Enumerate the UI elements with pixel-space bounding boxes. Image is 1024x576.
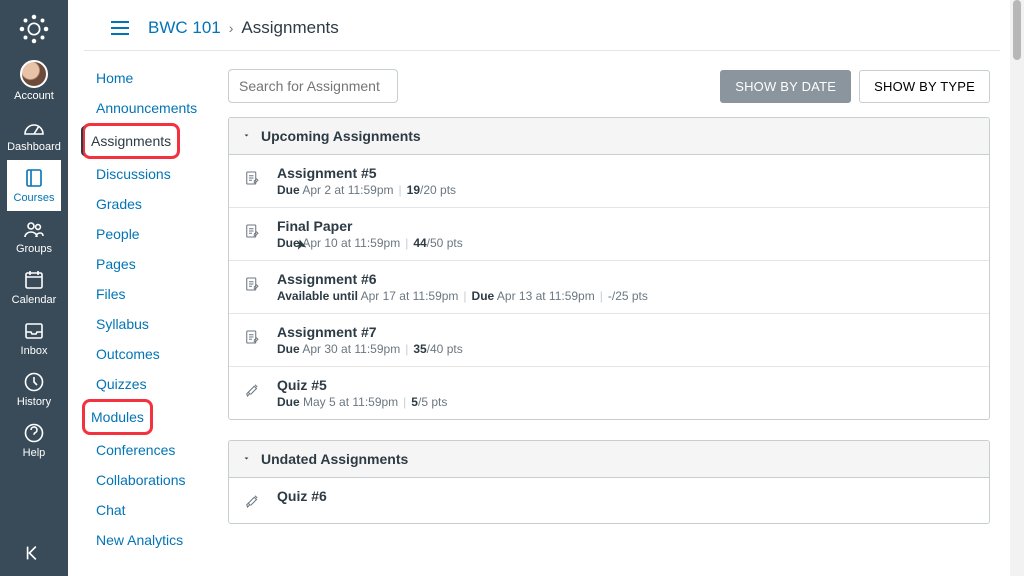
course-nav-discussions[interactable]: Discussions <box>90 159 216 189</box>
nav-label: Courses <box>14 192 55 204</box>
course-nav-home[interactable]: Home <box>90 63 216 93</box>
course-nav-syllabus[interactable]: Syllabus <box>90 309 216 339</box>
course-nav-files[interactable]: Files <box>90 279 216 309</box>
book-icon <box>22 166 46 190</box>
course-nav-conferences[interactable]: Conferences <box>90 435 216 465</box>
calendar-icon <box>22 268 46 292</box>
group-title: Upcoming Assignments <box>261 128 421 144</box>
assignment-group: Upcoming Assignments Assignment #5 Due Apr… <box>228 117 990 420</box>
assignment-icon <box>243 271 263 296</box>
assignment-meta: Due Apr 2 at 11:59pm|19/20 pts <box>277 183 456 197</box>
help-icon <box>22 421 46 445</box>
clock-icon <box>22 370 46 394</box>
caret-down-icon <box>243 131 253 141</box>
tachometer-icon <box>22 115 46 139</box>
nav-groups[interactable]: Groups <box>7 211 61 262</box>
course-nav-assignments[interactable]: Assignments <box>81 126 177 156</box>
hamburger-icon[interactable] <box>108 16 132 40</box>
course-nav-announcements[interactable]: Announcements <box>90 93 216 123</box>
content: SHOW BY DATE SHOW BY TYPE Upcoming Assig… <box>228 51 1024 576</box>
group-header[interactable]: Undated Assignments <box>229 441 989 478</box>
course-nav-quizzes[interactable]: Quizzes <box>90 369 216 399</box>
inbox-icon <box>22 319 46 343</box>
assignment-row[interactable]: Assignment #6 Available until Apr 17 at 1… <box>229 261 989 314</box>
assignment-row[interactable]: Final Paper Due Apr 10 at 11:59pm|44/50 p… <box>229 208 989 261</box>
nav-account[interactable]: Account <box>7 54 61 109</box>
caret-down-icon <box>243 454 253 464</box>
breadcrumb: BWC 101 › Assignments <box>84 0 1000 51</box>
assignment-meta: Due May 5 at 11:59pm|5/5 pts <box>277 395 447 409</box>
show-by-date-button[interactable]: SHOW BY DATE <box>720 70 851 103</box>
highlight-box: Assignments <box>82 123 180 159</box>
breadcrumb-separator: › <box>229 20 234 36</box>
avatar <box>20 60 48 88</box>
course-nav-new-analytics[interactable]: New Analytics <box>90 525 216 555</box>
nav-label: Dashboard <box>7 141 61 153</box>
course-nav-people[interactable]: People <box>90 219 216 249</box>
nav-dashboard[interactable]: Dashboard <box>7 109 61 160</box>
assignment-meta: Available until Apr 17 at 11:59pm|Due Ap… <box>277 289 648 303</box>
breadcrumb-current: Assignments <box>241 18 338 38</box>
assignment-title: Quiz #6 <box>277 488 327 504</box>
nav-label: Inbox <box>21 345 48 357</box>
toolbar: SHOW BY DATE SHOW BY TYPE <box>228 63 990 103</box>
assignment-row[interactable]: Quiz #6 <box>229 478 989 523</box>
people-icon <box>22 217 46 241</box>
assignment-row[interactable]: Assignment #7 Due Apr 30 at 11:59pm|35/40… <box>229 314 989 367</box>
scrollbar[interactable] <box>1010 0 1024 576</box>
assignment-group: Undated Assignments Quiz #6 <box>228 440 990 524</box>
course-nav: HomeAnnouncementsAssignmentsDiscussionsG… <box>68 51 228 576</box>
course-nav-pages[interactable]: Pages <box>90 249 216 279</box>
quiz-icon <box>243 488 263 513</box>
search-input[interactable] <box>228 69 398 103</box>
breadcrumb-course-link[interactable]: BWC 101 <box>148 18 221 38</box>
nav-help[interactable]: Help <box>7 415 61 466</box>
assignment-row[interactable]: Assignment #5 Due Apr 2 at 11:59pm|19/20 … <box>229 155 989 208</box>
global-nav: Account Dashboard Courses Groups Calendar Inb… <box>0 0 68 576</box>
group-header[interactable]: Upcoming Assignments <box>229 118 989 155</box>
nav-label: Help <box>23 447 46 459</box>
assignment-icon <box>243 165 263 190</box>
nav-label: Account <box>14 90 54 102</box>
highlight-box: Modules <box>82 399 153 435</box>
course-nav-outcomes[interactable]: Outcomes <box>90 339 216 369</box>
app-logo <box>17 12 51 46</box>
nav-label: History <box>17 396 51 408</box>
show-by-type-button[interactable]: SHOW BY TYPE <box>859 70 990 103</box>
nav-courses[interactable]: Courses <box>7 160 61 211</box>
assignment-icon <box>243 324 263 349</box>
assignment-title: Assignment #5 <box>277 165 456 181</box>
collapse-nav-button[interactable] <box>0 530 68 576</box>
nav-label: Groups <box>16 243 52 255</box>
nav-inbox[interactable]: Inbox <box>7 313 61 364</box>
nav-history[interactable]: History <box>7 364 61 415</box>
course-nav-collaborations[interactable]: Collaborations <box>90 465 216 495</box>
assignment-meta: Due Apr 10 at 11:59pm|44/50 pts <box>277 236 463 250</box>
course-nav-chat[interactable]: Chat <box>90 495 216 525</box>
assignment-title: Assignment #7 <box>277 324 463 340</box>
course-nav-grades[interactable]: Grades <box>90 189 216 219</box>
nav-label: Calendar <box>12 294 57 306</box>
assignment-title: Assignment #6 <box>277 271 648 287</box>
assignment-icon <box>243 218 263 243</box>
course-nav-modules[interactable]: Modules <box>85 402 150 432</box>
assignment-meta: Due Apr 30 at 11:59pm|35/40 pts <box>277 342 463 356</box>
quiz-icon <box>243 377 263 402</box>
assignment-row[interactable]: Quiz #5 Due May 5 at 11:59pm|5/5 pts <box>229 367 989 419</box>
group-title: Undated Assignments <box>261 451 408 467</box>
nav-calendar[interactable]: Calendar <box>7 262 61 313</box>
assignment-title: Final Paper <box>277 218 463 234</box>
assignment-title: Quiz #5 <box>277 377 447 393</box>
